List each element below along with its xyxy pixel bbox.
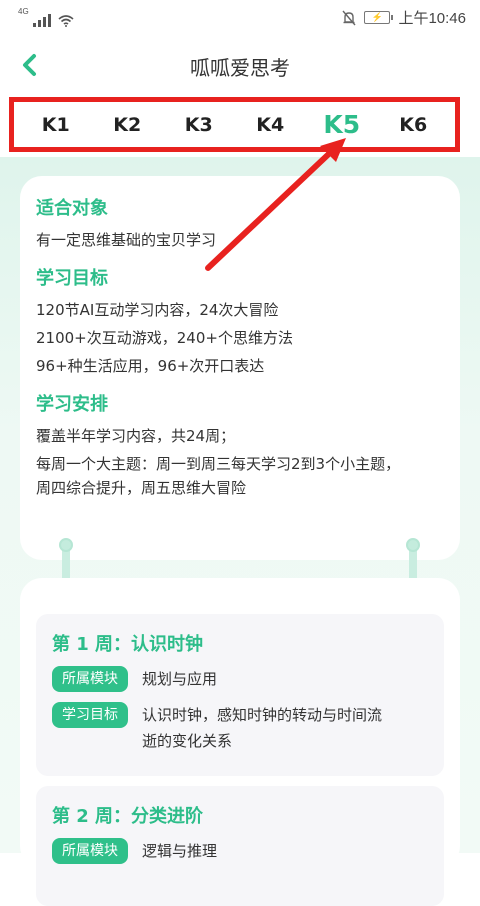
goal-tag: 学习目标 [52,702,128,728]
tab-k1[interactable]: K1 [26,114,86,136]
schedule-section: 学习安排 覆盖半年学习内容，共24周； 每周一个大主题：周一到周三每天学习2到3… [36,392,444,500]
week-title: 第 2 周：分类进阶 [52,806,204,827]
section-line: 每周一个大主题：周一到周三每天学习2到3个小主题， [36,455,401,473]
tab-k6[interactable]: K6 [383,114,443,136]
section-line: 有一定思维基础的宝贝学习 [36,231,217,249]
status-right: ⚡ 上午10:46 [342,7,466,28]
section-title: 适合对象 [36,198,108,219]
goal-value: 认识时钟，感知时钟的转动与时间流 逝的变化关系 [142,702,382,754]
module-value: 逻辑与推理 [142,842,218,860]
wifi-icon [58,15,74,27]
section-line: 120节AI互动学习内容，24次大冒险 [36,301,279,319]
week-title: 第 1 周：认识时钟 [52,634,204,655]
section-title: 学习目标 [36,268,108,289]
connector-dot [406,538,420,552]
goal-line: 认识时钟，感知时钟的转动与时间流 [142,706,383,724]
goal-row: 学习目标 认识时钟，感知时钟的转动与时间流 逝的变化关系 [52,702,428,754]
status-left: 4G [18,7,74,27]
section-line: 覆盖半年学习内容，共24周； [36,427,236,445]
signal-icon [32,13,51,27]
target-section: 适合对象 有一定思维基础的宝贝学习 [36,196,444,252]
week-item[interactable]: 第 2 周：分类进阶 所属模块 逻辑与推理 [36,786,444,906]
section-line: 96+种生活应用，96+次开口表达 [36,357,265,375]
status-bar: 4G ⚡ 上午10:46 [0,0,480,34]
module-row: 所属模块 规划与应用 [52,666,428,692]
status-time: 上午10:46 [398,10,466,27]
section-line: 2100+次互动游戏，240+个思维方法 [36,329,293,347]
header: 呱呱爱思考 [0,34,480,96]
tab-k4[interactable]: K4 [240,114,300,136]
section-title: 学习安排 [36,394,108,415]
tab-k3[interactable]: K3 [169,114,229,136]
info-card: 适合对象 有一定思维基础的宝贝学习 学习目标 120节AI互动学习内容，24次大… [20,176,460,560]
bell-off-icon [342,10,356,25]
tab-k2[interactable]: K2 [97,114,157,136]
network-label: 4G [18,7,29,16]
module-tag: 所属模块 [52,838,128,864]
module-value: 规划与应用 [142,670,218,688]
connector-dot [59,538,73,552]
goals-section: 学习目标 120节AI互动学习内容，24次大冒险 2100+次互动游戏，240+… [36,266,444,378]
page-title: 呱呱爱思考 [190,56,290,80]
tab-k5[interactable]: K5 [312,110,372,139]
goal-line: 逝的变化关系 [142,732,233,750]
section-line: 周四综合提升，周五思维大冒险 [36,479,247,497]
level-tabs: K1 K2 K3 K4 K5 K6 [9,97,460,152]
battery-charging-icon: ⚡ [364,11,394,24]
week-item[interactable]: 第 1 周：认识时钟 所属模块 规划与应用 学习目标 认识时钟，感知时钟的转动与… [36,614,444,776]
module-tag: 所属模块 [52,666,128,692]
module-row: 所属模块 逻辑与推理 [52,838,428,864]
schedule-card: 第 1 周：认识时钟 所属模块 规划与应用 学习目标 认识时钟，感知时钟的转动与… [20,578,460,906]
